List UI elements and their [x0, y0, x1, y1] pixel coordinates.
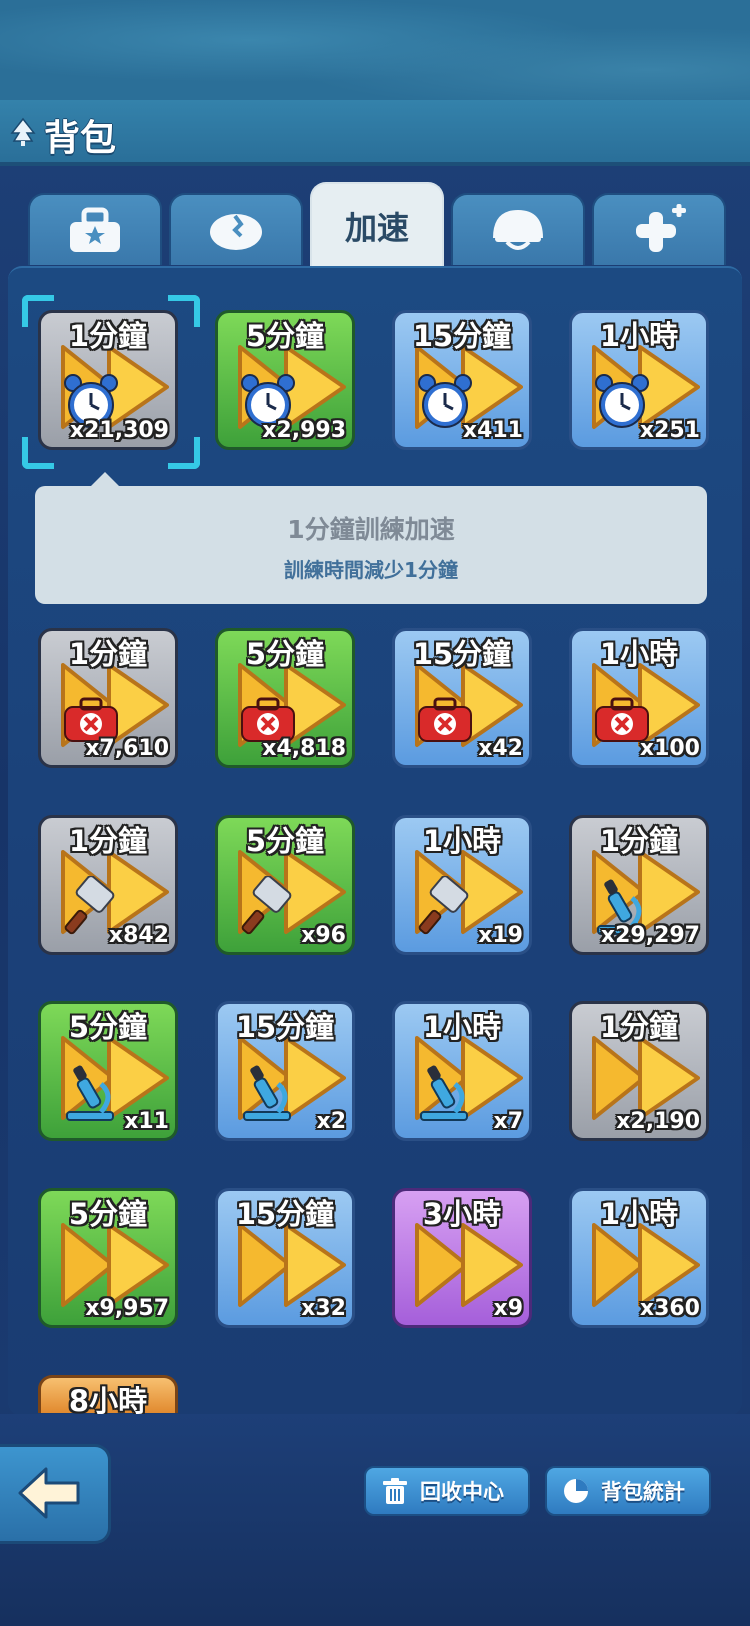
speedup-item[interactable]: 8小時 — [38, 1375, 178, 1418]
item-count: x2,993 — [262, 418, 346, 443]
page-title: 背包 — [44, 118, 117, 159]
recycle-center-button[interactable]: 回收中心 — [364, 1466, 530, 1516]
title-bar: 背包 — [0, 100, 750, 166]
item-count: x7,610 — [85, 736, 169, 761]
item-count: x2,190 — [616, 1109, 700, 1134]
item-count: x29,297 — [600, 923, 700, 948]
speedup-item[interactable]: 15分鐘 x42 — [392, 628, 532, 768]
item-duration-label: 5分鐘 — [68, 1010, 148, 1044]
first-aid-kit-icon — [418, 697, 472, 742]
item-duration-label: 1分鐘 — [599, 1010, 679, 1044]
selection-corner-tl — [22, 295, 54, 327]
speedup-item[interactable]: 1小時 x251 — [569, 310, 709, 450]
item-duration-label: 1分鐘 — [599, 824, 679, 858]
item-count: x21,309 — [69, 418, 169, 443]
speedup-item[interactable]: 5分鐘 x96 — [215, 815, 355, 955]
item-duration-label: 1分鐘 — [68, 824, 148, 858]
speedup-item[interactable]: 15分鐘 x411 — [392, 310, 532, 450]
microscope-icon — [243, 1065, 291, 1121]
speedup-item[interactable]: 1分鐘 x29,297 — [569, 815, 709, 955]
microscope-icon — [420, 1065, 468, 1121]
recycle-center-label: 回收中心 — [420, 1480, 504, 1504]
item-tooltip: 1分鐘訓練加速 訓練時間減少1分鐘 — [35, 472, 707, 604]
speedup-item[interactable]: 1小時 x100 — [569, 628, 709, 768]
item-count: x96 — [301, 923, 346, 948]
tooltip-description: 訓練時間減少1分鐘 — [284, 558, 458, 582]
helmet-icon — [493, 210, 543, 250]
speedup-item[interactable]: 1小時 x19 — [392, 815, 532, 955]
speedup-item[interactable]: 1分鐘 x2,190 — [569, 1001, 709, 1141]
speedup-item[interactable]: 15分鐘 x2 — [215, 1001, 355, 1141]
item-duration-label: 1小時 — [599, 1197, 679, 1231]
item-count: x360 — [639, 1296, 700, 1321]
speedup-item[interactable]: 5分鐘 x2,993 — [215, 310, 355, 450]
item-count: x9,957 — [85, 1296, 169, 1321]
bottom-bar — [0, 1414, 750, 1626]
trash-icon — [383, 1478, 407, 1504]
item-count: x842 — [108, 923, 169, 948]
item-count: x4,818 — [262, 736, 346, 761]
speedup-item[interactable]: 3小時 x9 — [392, 1188, 532, 1328]
arrow-left-icon — [18, 1467, 80, 1519]
speedup-item[interactable]: 15分鐘 x32 — [215, 1188, 355, 1328]
pie-chart-icon — [564, 1479, 588, 1503]
item-duration-label: 15分鐘 — [412, 319, 512, 353]
speedup-item[interactable]: 5分鐘 x11 — [38, 1001, 178, 1141]
speedup-item[interactable]: 1分鐘 x7,610 — [38, 628, 178, 768]
backpack-stats-label: 背包統計 — [601, 1480, 685, 1504]
item-count: x19 — [478, 923, 523, 948]
speedup-item[interactable]: 1小時 x7 — [392, 1001, 532, 1141]
tooltip-title: 1分鐘訓練加速 — [287, 515, 455, 544]
item-duration-label: 1分鐘 — [68, 319, 148, 353]
tab-speedup[interactable]: 加速 — [310, 182, 444, 268]
item-count: x411 — [462, 418, 523, 443]
top-background — [0, 0, 750, 100]
tab-plus[interactable] — [592, 193, 726, 265]
egg-icon — [210, 214, 262, 250]
item-duration-label: 15分鐘 — [412, 637, 512, 671]
plus-sparkle-icon — [636, 204, 686, 252]
speedup-item[interactable]: 1分鐘 x21,309 — [38, 310, 178, 450]
speedup-item[interactable]: 1分鐘 x842 — [38, 815, 178, 955]
item-duration-label: 1分鐘 — [68, 637, 148, 671]
item-duration-label: 1小時 — [599, 637, 679, 671]
hammer-icon — [241, 876, 292, 935]
item-duration-label: 3小時 — [422, 1197, 502, 1231]
tab-helmet[interactable] — [451, 193, 585, 265]
item-duration-label: 1小時 — [422, 824, 502, 858]
back-button[interactable] — [0, 1444, 111, 1544]
selection-corner-br — [168, 437, 200, 469]
tab-egg[interactable] — [169, 193, 303, 265]
item-count: x100 — [639, 736, 700, 761]
item-duration-label: 5分鐘 — [68, 1197, 148, 1231]
item-count: x7 — [493, 1109, 524, 1134]
selection-corner-tr — [168, 295, 200, 327]
item-duration-label: 1小時 — [599, 319, 679, 353]
item-duration-label: 1小時 — [422, 1010, 502, 1044]
backpack-stats-button[interactable]: 背包統計 — [545, 1466, 711, 1516]
item-duration-label: 5分鐘 — [245, 824, 325, 858]
speedup-item[interactable]: 1小時 x360 — [569, 1188, 709, 1328]
speedup-item[interactable]: 5分鐘 x4,818 — [215, 628, 355, 768]
item-count: x251 — [639, 418, 700, 443]
item-duration-label: 15分鐘 — [235, 1010, 335, 1044]
item-duration-label: 5分鐘 — [245, 319, 325, 353]
item-duration-label: 5分鐘 — [245, 637, 325, 671]
item-duration-label: 15分鐘 — [235, 1197, 335, 1231]
item-count: x32 — [301, 1296, 346, 1321]
item-count: x11 — [124, 1109, 169, 1134]
microscope-icon — [66, 1065, 114, 1121]
item-count: x2 — [316, 1109, 347, 1134]
speedup-item[interactable]: 5分鐘 x9,957 — [38, 1188, 178, 1328]
item-count: x9 — [493, 1296, 524, 1321]
item-count: x42 — [478, 736, 523, 761]
gift-box-icon — [70, 207, 120, 252]
tree-icon — [10, 117, 36, 146]
selection-corner-bl — [22, 437, 54, 469]
hammer-icon — [418, 876, 469, 935]
tab-gift[interactable] — [28, 193, 162, 265]
